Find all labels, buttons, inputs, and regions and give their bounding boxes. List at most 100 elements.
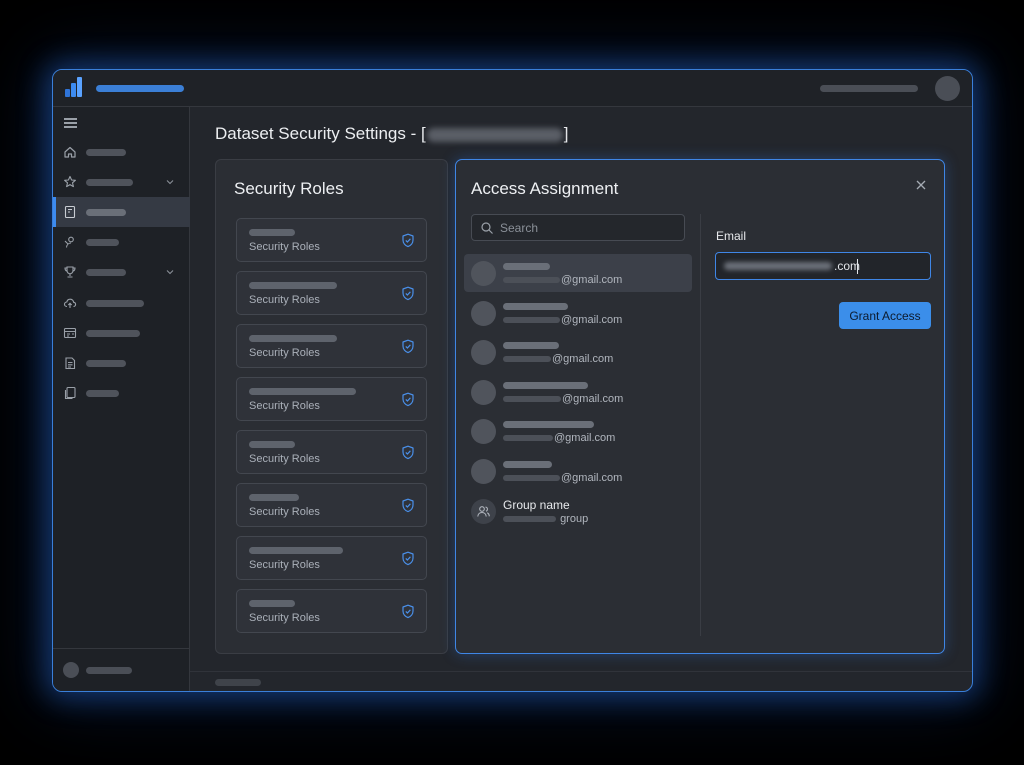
cloud-upload-icon: [63, 298, 77, 308]
sidebar-item-label-placeholder: [86, 269, 126, 276]
sidebar-item-favorites[interactable]: [53, 167, 190, 197]
grant-access-button[interactable]: Grant Access: [839, 302, 931, 329]
users-icon: [64, 236, 74, 248]
user-list-item[interactable]: @gmail.com: [464, 412, 692, 450]
footer-divider: [190, 671, 972, 672]
avatar: [471, 340, 496, 366]
group-list-item[interactable]: Group name group: [464, 492, 692, 530]
role-name-placeholder: [249, 600, 295, 607]
sidebar-item-home[interactable]: [53, 137, 190, 167]
sidebar-item-reports[interactable]: [53, 318, 190, 348]
shield-check-icon: [402, 445, 414, 460]
text-caret: [857, 259, 858, 274]
security-role-card[interactable]: Security Roles: [236, 271, 427, 315]
sidebar-item-label-placeholder: [86, 239, 119, 246]
role-label: Security Roles: [249, 294, 320, 306]
user-email: @gmail.com: [503, 353, 613, 365]
security-role-card[interactable]: Security Roles: [236, 218, 427, 262]
redacted-text: [503, 516, 556, 523]
app-logo[interactable]: [65, 77, 83, 97]
user-name-placeholder: [503, 381, 588, 389]
security-role-card[interactable]: Security Roles: [236, 589, 427, 633]
security-role-card[interactable]: Security Roles: [236, 536, 427, 580]
user-email: @gmail.com: [503, 274, 622, 286]
user-email-domain: @gmail.com: [561, 313, 623, 326]
avatar: [471, 300, 496, 326]
email-field[interactable]: .com: [715, 252, 931, 280]
page-title-suffix: ]: [563, 124, 569, 143]
search-icon: [481, 222, 493, 234]
user-email: @gmail.com: [503, 393, 623, 405]
sidebar-item-achievements[interactable]: [53, 257, 190, 287]
user-email-domain: @gmail.com: [554, 432, 616, 445]
security-role-card[interactable]: Security Roles: [236, 324, 427, 368]
role-name-placeholder: [249, 229, 295, 236]
user-name-placeholder: [503, 421, 594, 429]
user-email: @gmail.com: [503, 314, 622, 326]
sidebar-item-label-placeholder: [86, 179, 133, 186]
security-roles-title: Security Roles: [234, 179, 344, 198]
sidebar-item-label-placeholder: [86, 330, 140, 337]
user-name-placeholder: [503, 461, 552, 468]
sidebar-item-label-placeholder: [86, 300, 144, 307]
sidebar-footer: [53, 648, 189, 691]
user-avatar[interactable]: [935, 76, 960, 101]
avatar[interactable]: [63, 662, 79, 678]
redacted-text: [503, 316, 560, 323]
email-label: Email: [716, 229, 747, 243]
sidebar-item-label-placeholder: [86, 209, 126, 216]
user-name-placeholder: [820, 85, 918, 92]
sidebar-item-users[interactable]: [53, 227, 190, 257]
role-label: Security Roles: [249, 506, 320, 518]
files-icon: [64, 386, 76, 400]
security-role-card[interactable]: Security Roles: [236, 377, 427, 421]
role-name-placeholder: [249, 282, 337, 289]
sidebar-item-label-placeholder: [86, 360, 126, 367]
footer-label-placeholder: [86, 667, 132, 674]
sidebar-item-label-placeholder: [86, 149, 126, 156]
user-list-item[interactable]: @gmail.com: [464, 373, 692, 411]
user-email-domain: @gmail.com: [561, 472, 623, 484]
app-name-placeholder: [96, 85, 184, 92]
user-email: @gmail.com: [503, 472, 622, 484]
search-input[interactable]: [500, 218, 680, 238]
avatar: [471, 261, 496, 286]
sidebar-item-datasets[interactable]: [53, 197, 190, 227]
user-email-domain: @gmail.com: [561, 274, 623, 286]
panel-divider: [700, 214, 701, 636]
home-icon: [64, 146, 76, 158]
role-name-placeholder: [249, 494, 299, 501]
user-name-placeholder: [503, 342, 559, 350]
menu-icon[interactable]: [64, 117, 78, 129]
page-title: Dataset Security Settings - []: [215, 124, 568, 144]
security-role-card[interactable]: Security Roles: [236, 430, 427, 474]
redacted-text: [503, 395, 561, 402]
close-icon[interactable]: [914, 178, 928, 192]
sidebar-item-files[interactable]: [53, 378, 190, 408]
search-box: [471, 214, 685, 241]
email-redacted: [724, 262, 832, 270]
shield-check-icon: [402, 551, 414, 566]
user-email: @gmail.com: [503, 432, 615, 444]
avatar: [471, 419, 496, 445]
security-role-card[interactable]: Security Roles: [236, 483, 427, 527]
redacted-text: [503, 475, 560, 482]
user-list-item[interactable]: @gmail.com: [464, 452, 692, 490]
user-name-placeholder: [503, 263, 550, 270]
user-list-item[interactable]: @gmail.com: [464, 333, 692, 371]
reports-icon: [63, 327, 77, 339]
page-title-text: Dataset Security Settings - [: [215, 124, 426, 143]
chevron-down-icon[interactable]: [165, 267, 175, 277]
user-list-item[interactable]: @gmail.com: [464, 254, 692, 292]
group-name: Group name: [503, 498, 570, 512]
sidebar-item-notes[interactable]: [53, 348, 190, 378]
role-label: Security Roles: [249, 400, 320, 412]
group-icon: [477, 506, 490, 517]
app-window: Dataset Security Settings - [] Security …: [52, 69, 973, 692]
chevron-down-icon[interactable]: [165, 177, 175, 187]
star-icon: [64, 175, 76, 188]
access-assignment-title: Access Assignment: [471, 179, 619, 198]
sidebar-item-cloud[interactable]: [53, 288, 190, 318]
user-list-item[interactable]: @gmail.com: [464, 294, 692, 332]
shield-check-icon: [402, 392, 414, 407]
